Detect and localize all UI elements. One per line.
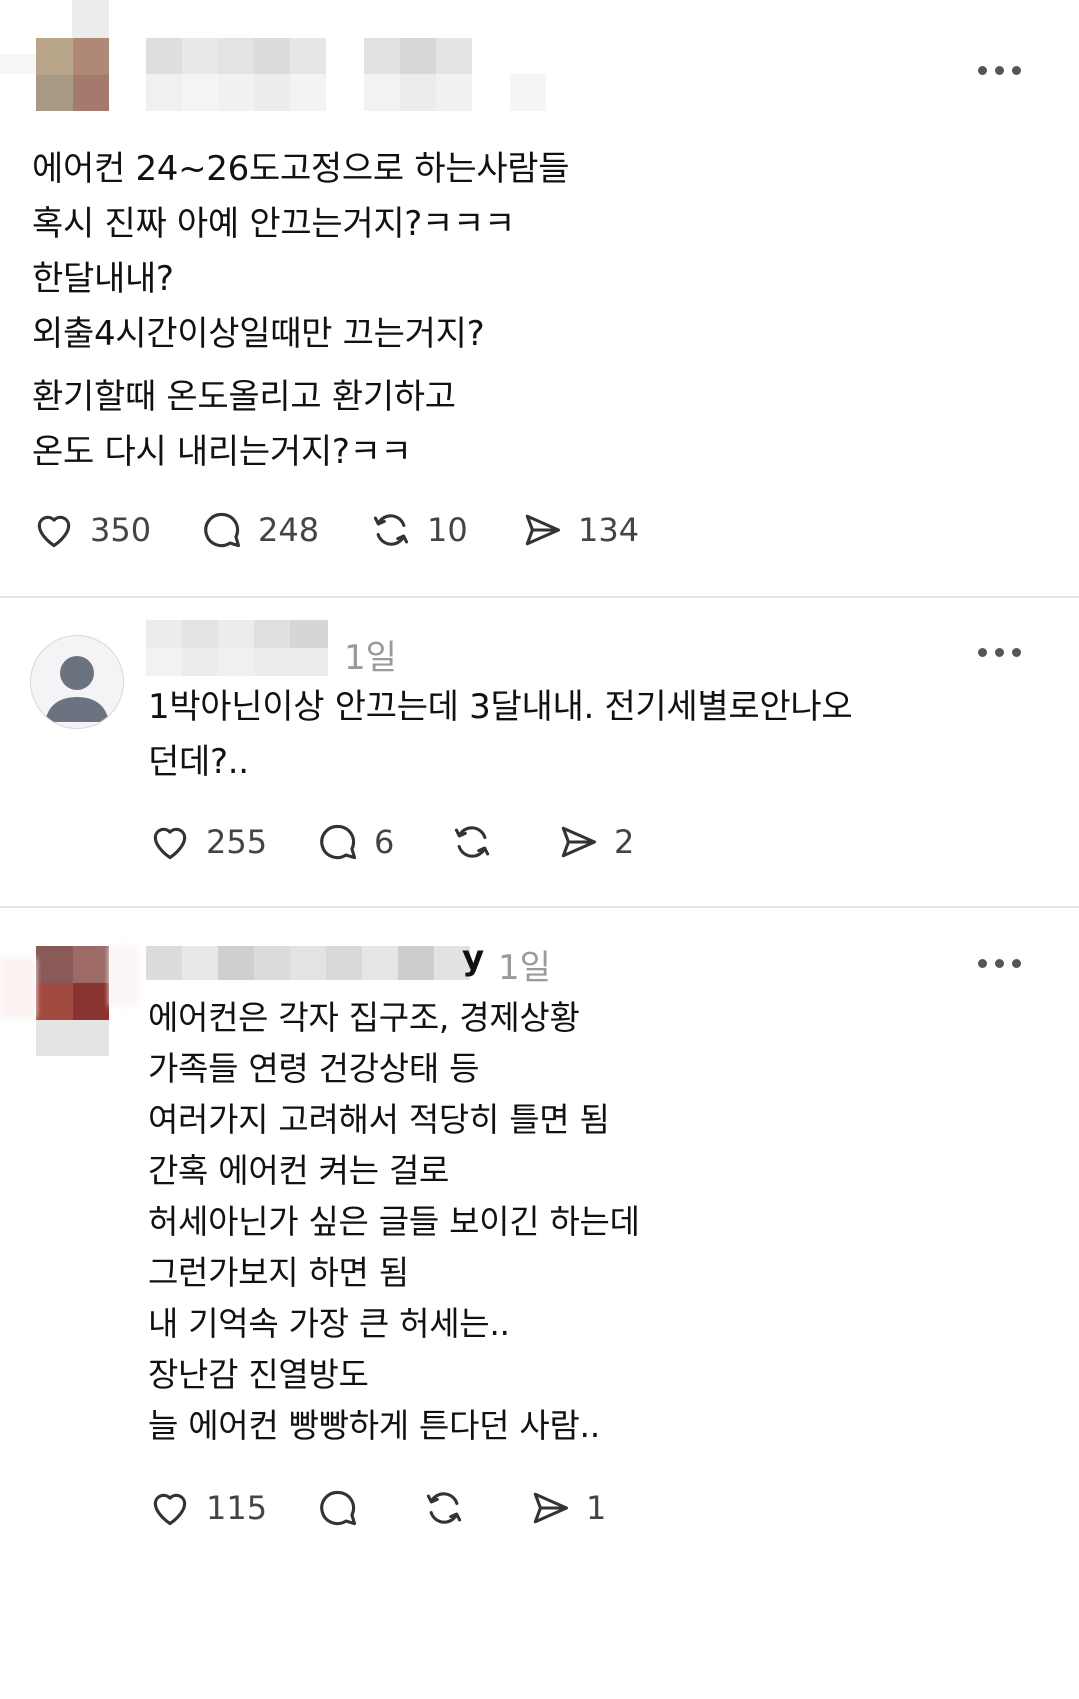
comment-count: 6 [374,823,395,861]
reply-body: 에어컨은 각자 집구조, 경제상황 가족들 연령 건강상태 등 여러가지 고려해… [148,998,640,1445]
share-button[interactable]: 2 [556,820,634,864]
username-redacted[interactable] [146,620,328,676]
username-tail: y [462,938,485,978]
like-count: 115 [206,1489,268,1527]
more-dots-icon[interactable] [978,953,1021,973]
post-body-2: 환기할때 온도올리고 환기하고 온도 다시 내리는거지?ㅋㅋ [32,377,456,472]
username-redacted[interactable] [146,946,476,980]
post-time: 1일 [498,948,551,988]
like-button[interactable]: 350 [32,508,151,552]
avatar[interactable] [36,946,109,1056]
repost-button[interactable]: 10 [369,508,468,552]
repost-icon [373,514,409,546]
like-count: 350 [90,511,152,549]
divider [0,906,1079,908]
like-count: 255 [206,823,268,861]
more-dots-icon[interactable] [978,642,1021,662]
comment-bubble-icon [320,1490,357,1526]
repost-icon [426,1492,462,1524]
comment-button[interactable]: 248 [200,508,319,552]
comment-button[interactable] [316,1486,360,1530]
heart-icon [153,1493,187,1526]
repost-button[interactable] [450,820,494,864]
share-count: 2 [614,823,635,861]
like-button[interactable]: 115 [148,1486,267,1530]
like-button[interactable]: 255 [148,820,267,864]
share-count: 134 [578,511,640,549]
comment-bubble-icon [204,512,241,548]
heart-icon [153,827,187,860]
avatar[interactable] [36,38,109,111]
reply-body: 1박아닌이상 안끄는데 3달내내. 전기세별로안나오 던데?.. [148,687,853,782]
share-button[interactable]: 1 [528,1486,606,1530]
share-count: 1 [586,1489,607,1527]
send-icon [525,514,561,546]
post-time: 1일 [344,638,397,678]
repost-icon [454,826,490,858]
divider [0,596,1079,598]
username-redacted[interactable] [146,38,546,111]
post-body: 에어컨 24~26도고정으로 하는사람들 혹시 진짜 아예 안끄는거지?ㅋㅋㅋ … [32,149,570,354]
comment-bubble-icon [320,824,357,860]
heart-icon [37,515,71,548]
repost-button[interactable] [422,1486,466,1530]
send-icon [533,1492,569,1524]
send-icon [561,826,597,858]
default-avatar-icon[interactable] [30,635,124,729]
share-button[interactable]: 134 [520,508,639,552]
more-dots-icon[interactable] [978,60,1021,80]
repost-count: 10 [427,511,468,549]
comment-count: 248 [258,511,320,549]
comment-button[interactable]: 6 [316,820,394,864]
